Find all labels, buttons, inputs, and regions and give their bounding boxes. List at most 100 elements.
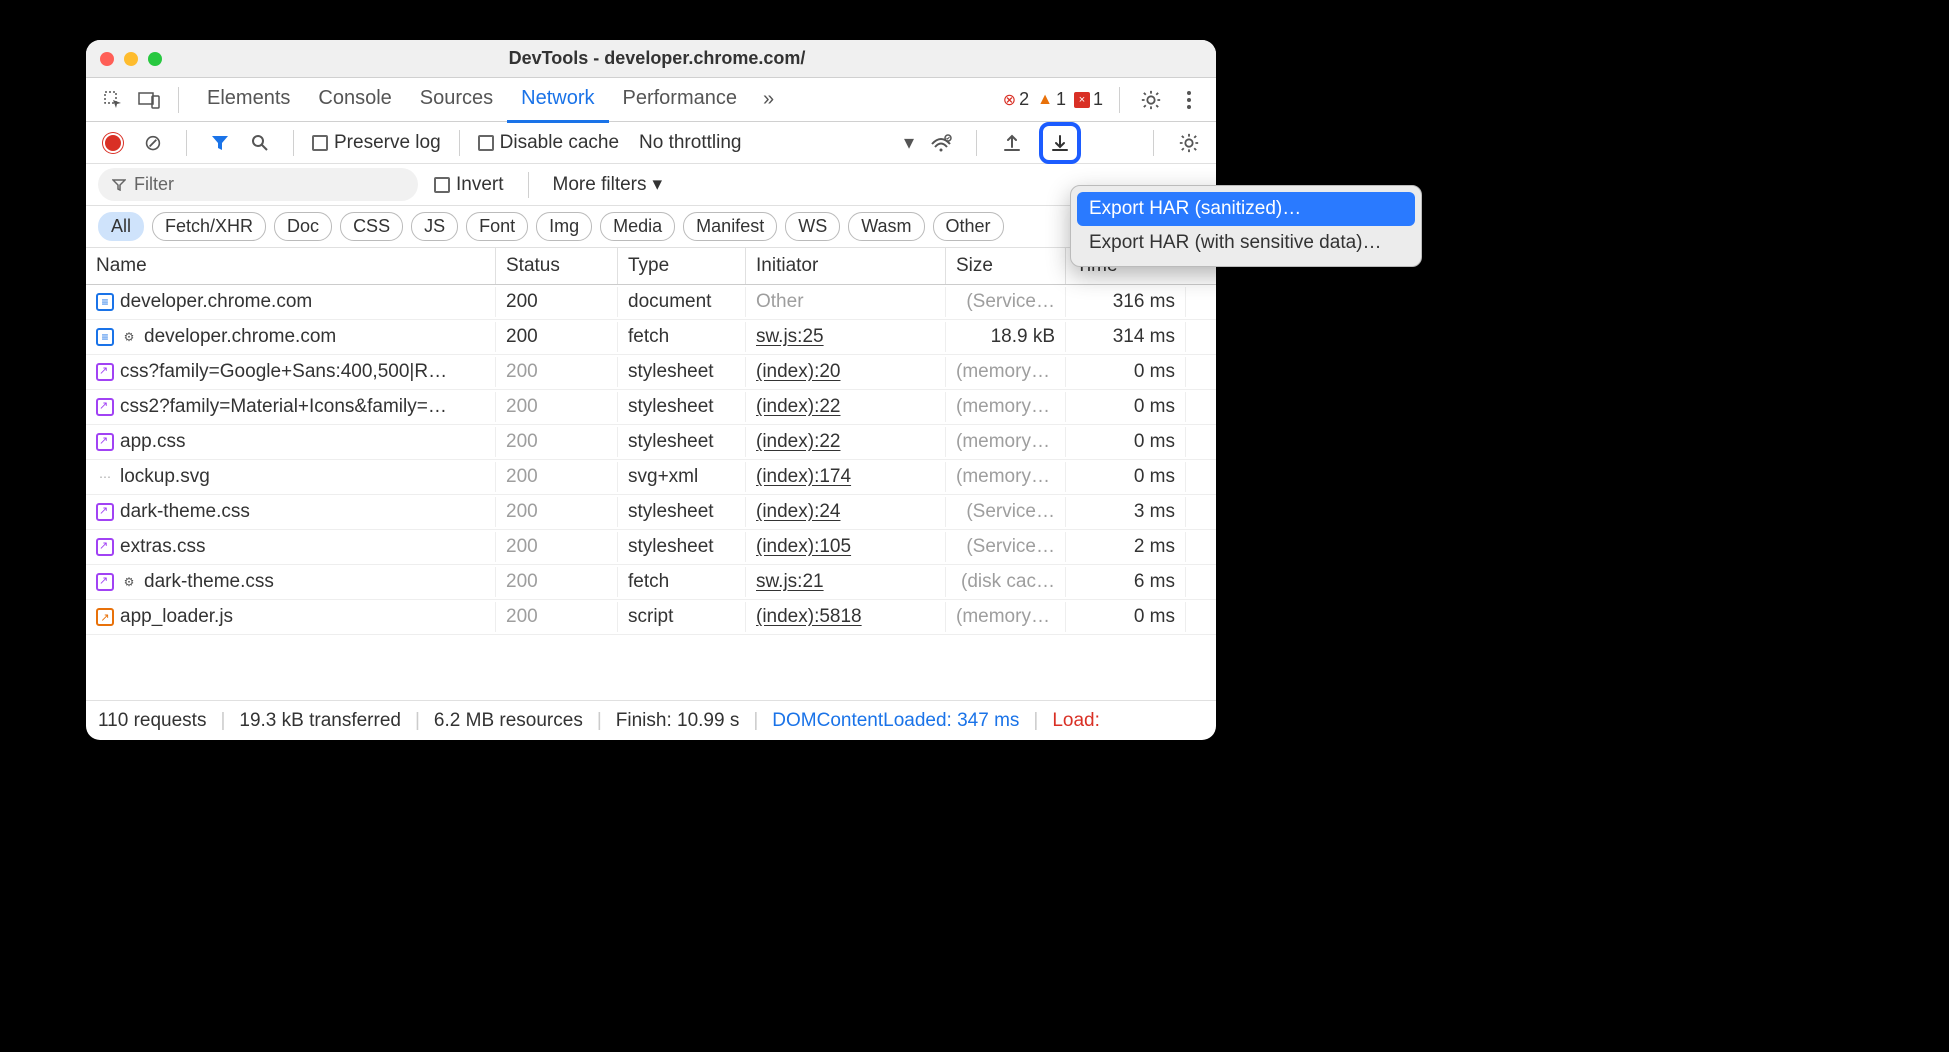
disable-cache-label: Disable cache bbox=[500, 132, 619, 154]
maximize-window-button[interactable] bbox=[148, 52, 162, 66]
table-row[interactable]: developer.chrome.com200documentOther(Ser… bbox=[86, 285, 1216, 320]
preserve-log-checkbox[interactable]: Preserve log bbox=[312, 132, 441, 154]
chevron-down-icon[interactable]: ▾ bbox=[904, 130, 914, 155]
chip-img[interactable]: Img bbox=[536, 212, 592, 241]
clear-button[interactable]: ⊘ bbox=[138, 128, 168, 158]
request-initiator[interactable]: (index):24 bbox=[746, 497, 946, 527]
throttling-select[interactable]: No throttling bbox=[639, 132, 741, 154]
errors-badge[interactable]: ⊗ 2 bbox=[1003, 89, 1029, 110]
request-name: lockup.svg bbox=[120, 466, 210, 488]
request-name: css?family=Google+Sans:400,500|R… bbox=[120, 361, 447, 383]
device-toolbar-icon[interactable] bbox=[134, 85, 164, 115]
request-initiator[interactable]: sw.js:21 bbox=[746, 567, 946, 597]
col-size-header[interactable]: Size bbox=[946, 248, 1066, 284]
search-icon[interactable] bbox=[245, 128, 275, 158]
request-initiator[interactable]: (index):105 bbox=[746, 532, 946, 562]
tab-console[interactable]: Console bbox=[304, 77, 405, 122]
record-button[interactable] bbox=[98, 128, 128, 158]
export-har-button[interactable] bbox=[1045, 128, 1075, 158]
more-filters-label: More filters bbox=[553, 174, 647, 196]
invert-checkbox[interactable]: Invert bbox=[434, 174, 504, 196]
more-tabs-button[interactable]: » bbox=[757, 88, 780, 111]
table-row[interactable]: ⚙developer.chrome.com200fetchsw.js:2518.… bbox=[86, 320, 1216, 355]
warnings-badge[interactable]: ▲ 1 bbox=[1037, 89, 1066, 110]
chevron-down-icon: ▾ bbox=[653, 173, 663, 196]
issues-badge[interactable]: × 1 bbox=[1074, 89, 1103, 110]
divider bbox=[178, 87, 179, 113]
chip-ws[interactable]: WS bbox=[785, 212, 840, 241]
request-initiator[interactable]: sw.js:25 bbox=[746, 322, 946, 352]
checkbox-icon bbox=[312, 135, 328, 151]
warnings-count: 1 bbox=[1056, 89, 1066, 110]
tab-elements[interactable]: Elements bbox=[193, 77, 304, 122]
more-filters-button[interactable]: More filters ▾ bbox=[553, 173, 663, 196]
divider bbox=[1119, 87, 1120, 113]
window-controls bbox=[100, 52, 162, 66]
divider bbox=[293, 130, 294, 156]
request-initiator: Other bbox=[746, 287, 946, 317]
request-type: script bbox=[618, 602, 746, 632]
chip-doc[interactable]: Doc bbox=[274, 212, 332, 241]
import-har-icon[interactable] bbox=[997, 128, 1027, 158]
tab-sources[interactable]: Sources bbox=[406, 77, 507, 122]
table-row[interactable]: ⚙dark-theme.css200fetchsw.js:21(disk cac… bbox=[86, 565, 1216, 600]
chip-css[interactable]: CSS bbox=[340, 212, 403, 241]
table-row[interactable]: app_loader.js200script(index):5818(memor… bbox=[86, 600, 1216, 635]
table-row[interactable]: extras.css200stylesheet(index):105(Servi… bbox=[86, 530, 1216, 565]
request-initiator[interactable]: (index):5818 bbox=[746, 602, 946, 632]
chip-media[interactable]: Media bbox=[600, 212, 675, 241]
export-har-menu-item[interactable]: Export HAR (with sensitive data)… bbox=[1077, 226, 1415, 260]
tab-network[interactable]: Network bbox=[507, 77, 608, 123]
request-type: stylesheet bbox=[618, 427, 746, 457]
domcontentloaded-time: DOMContentLoaded: 347 ms bbox=[772, 710, 1019, 732]
chip-other[interactable]: Other bbox=[933, 212, 1004, 241]
chip-fetchxhr[interactable]: Fetch/XHR bbox=[152, 212, 266, 241]
network-toolbar: ⊘ Preserve log Disable cache No throttli… bbox=[86, 122, 1216, 164]
minimize-window-button[interactable] bbox=[124, 52, 138, 66]
filter-toggle-icon[interactable] bbox=[205, 128, 235, 158]
network-conditions-icon[interactable] bbox=[926, 128, 956, 158]
request-status: 200 bbox=[496, 602, 618, 632]
table-row[interactable]: dark-theme.css200stylesheet(index):24(Se… bbox=[86, 495, 1216, 530]
gear-icon: ⚙ bbox=[120, 328, 138, 346]
tab-performance[interactable]: Performance bbox=[609, 77, 752, 122]
request-status: 200 bbox=[496, 427, 618, 457]
main-tabbar: ElementsConsoleSourcesNetworkPerformance… bbox=[86, 78, 1216, 122]
filter-input[interactable]: Filter bbox=[98, 168, 418, 201]
request-initiator[interactable]: (index):20 bbox=[746, 357, 946, 387]
col-status-header[interactable]: Status bbox=[496, 248, 618, 284]
table-row[interactable]: ⋯lockup.svg200svg+xml(index):174(memory … bbox=[86, 460, 1216, 495]
table-row[interactable]: app.css200stylesheet(index):22(memory …0… bbox=[86, 425, 1216, 460]
chip-all[interactable]: All bbox=[98, 212, 144, 241]
divider bbox=[1153, 130, 1154, 156]
table-row[interactable]: css2?family=Material+Icons&family=…200st… bbox=[86, 390, 1216, 425]
network-settings-icon[interactable] bbox=[1174, 128, 1204, 158]
col-initiator-header[interactable]: Initiator bbox=[746, 248, 946, 284]
export-har-menu-item[interactable]: Export HAR (sanitized)… bbox=[1077, 192, 1415, 226]
col-type-header[interactable]: Type bbox=[618, 248, 746, 284]
chip-font[interactable]: Font bbox=[466, 212, 528, 241]
settings-icon[interactable] bbox=[1136, 85, 1166, 115]
requests-table: Name Status Type Initiator Size Time dev… bbox=[86, 248, 1216, 700]
col-name-header[interactable]: Name bbox=[86, 248, 496, 284]
close-window-button[interactable] bbox=[100, 52, 114, 66]
inspect-element-icon[interactable] bbox=[98, 85, 128, 115]
clear-icon: ⊘ bbox=[144, 130, 162, 156]
chip-wasm[interactable]: Wasm bbox=[848, 212, 924, 241]
request-time: 0 ms bbox=[1066, 602, 1186, 632]
errors-count: 2 bbox=[1019, 89, 1029, 110]
request-initiator[interactable]: (index):22 bbox=[746, 392, 946, 422]
table-row[interactable]: css?family=Google+Sans:400,500|R…200styl… bbox=[86, 355, 1216, 390]
warning-icon: ▲ bbox=[1037, 91, 1053, 109]
request-initiator[interactable]: (index):22 bbox=[746, 427, 946, 457]
request-status: 200 bbox=[496, 532, 618, 562]
chip-manifest[interactable]: Manifest bbox=[683, 212, 777, 241]
request-initiator[interactable]: (index):174 bbox=[746, 462, 946, 492]
request-type: fetch bbox=[618, 567, 746, 597]
request-type: svg+xml bbox=[618, 462, 746, 492]
request-time: 2 ms bbox=[1066, 532, 1186, 562]
kebab-menu-icon[interactable] bbox=[1174, 85, 1204, 115]
chip-js[interactable]: JS bbox=[411, 212, 458, 241]
request-size: (Service… bbox=[946, 532, 1066, 562]
disable-cache-checkbox[interactable]: Disable cache bbox=[478, 132, 619, 154]
